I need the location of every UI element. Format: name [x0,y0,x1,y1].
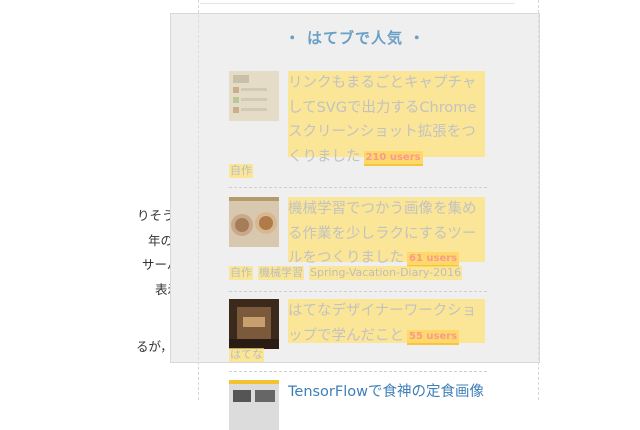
entry-separator [229,187,487,188]
article-body: りそう．いまはJSPで 年の頃に触ったのが最 サーバーからページを 表示させた方… [0,204,170,360]
entry-thumbnail[interactable] [229,380,279,430]
tag-list: はてな [229,348,264,362]
article-line: 年の頃に触ったのが最 [148,232,170,248]
tag[interactable]: 自作 [229,164,253,178]
entry-title-link[interactable]: リンクもまるごとキャプチャしてSVGで出力するChromeスクリーンショット拡張… [288,71,485,166]
entry-thumbnail[interactable] [229,197,279,247]
entry-title-link[interactable]: はてなデザイナーワークショップで学んだこと 55 users [288,299,485,345]
module-title: ・ はてブで人気 ・ [284,29,426,47]
entry-separator [229,291,487,292]
entry-thumbnail[interactable] [229,299,279,349]
article-line: りそう．いまはJSPで [137,208,170,223]
tag-list: 自作 機械学習 Spring-Vacation-Diary-2016 [229,266,463,280]
entry-title-link[interactable]: TensorFlowで食神の定食画像 [288,380,485,404]
bookmark-count[interactable]: 55 users [407,329,460,345]
tag[interactable]: Spring-Vacation-Diary-2016 [309,266,463,280]
tag[interactable]: 機械学習 [258,266,304,280]
bookmark-count[interactable]: 61 users [407,252,460,267]
entry-separator [229,371,487,372]
article-line: サーバーからページを [142,257,170,272]
tag-list: 自作 [229,164,253,178]
entry-thumbnail[interactable] [229,71,279,121]
bookmark-count[interactable]: 210 users [363,150,423,166]
entry-title[interactable]: TensorFlowで食神の定食画像 [288,384,484,400]
entry-title-link[interactable]: 機械学習でつかう画像を集める作業を少しラクにするツールをつくりました 61 use… [288,197,485,267]
top-divider [200,3,515,4]
tag[interactable]: はてな [229,348,264,362]
article-line: るが，地道に頑張って [136,339,170,354]
article-line: 表示させた方がラクかも [155,281,170,297]
tag[interactable]: 自作 [229,266,253,280]
